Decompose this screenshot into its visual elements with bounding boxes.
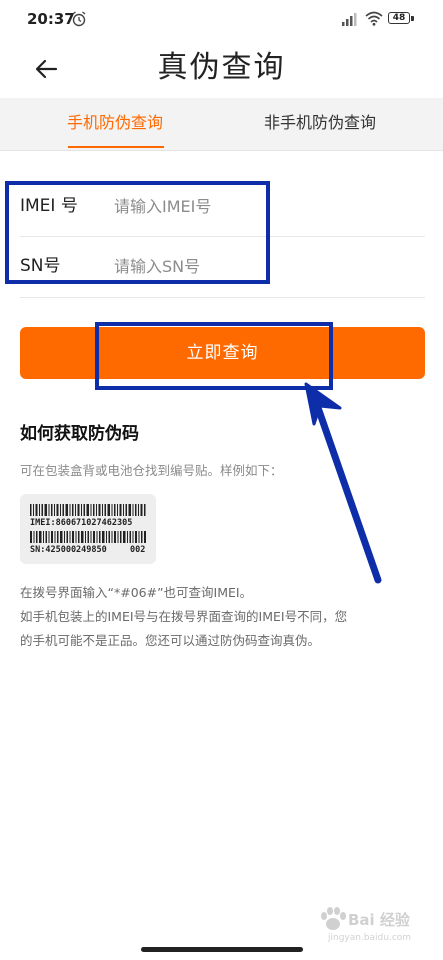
sample-imei-text: IMEI:860671027462305 [30, 518, 133, 528]
divider [20, 297, 425, 298]
tab-label: 手机防伪查询 [66, 113, 163, 132]
barcode-icon [30, 504, 146, 516]
note-line: 在拨号界面输入“*#06#”也可查询IMEI。 [20, 585, 253, 600]
annotation-arrow [304, 382, 382, 584]
barcode-icon [30, 531, 146, 543]
tab-bar: 手机防伪查询 非手机防伪查询 [0, 98, 443, 151]
wifi-icon [365, 11, 383, 26]
status-bar: 20:37 48 [0, 0, 443, 40]
tab-non-phone-verification[interactable]: 非手机防伪查询 [250, 98, 390, 150]
signal-icon [342, 13, 357, 26]
divider [20, 236, 425, 237]
active-tab-indicator [68, 146, 164, 148]
paw-icon [321, 907, 346, 930]
imei-label: IMEI 号 [20, 196, 78, 216]
watermark-text: Bai 经验 [348, 911, 410, 929]
sn-input[interactable] [114, 250, 414, 282]
sample-barcode-label: IMEI:860671027462305 SN:425000249850 002 [20, 494, 156, 564]
note-line: 如手机包装上的IMEI号与在拨号界面查询的IMEI号不同，您 [20, 609, 348, 624]
header: 真伪查询 [0, 40, 443, 98]
sample-code-text: 002 [130, 545, 146, 555]
submit-query-button[interactable]: 立即查询 [20, 327, 425, 379]
status-time: 20:37 [27, 10, 75, 28]
section-title: 如何获取防伪码 [20, 424, 139, 444]
battery-icon: 48 [388, 12, 416, 26]
alarm-icon [72, 11, 86, 27]
battery-level: 48 [392, 13, 406, 23]
sn-row: SN号 [0, 238, 443, 296]
imei-row: IMEI 号 [0, 178, 443, 236]
tab-label: 非手机防伪查询 [263, 113, 376, 132]
watermark-url: jingyan.baidu.com [328, 933, 412, 943]
sample-sn-text: SN:425000249850 [30, 545, 107, 555]
page-title: 真伪查询 [157, 50, 286, 85]
sn-label: SN号 [20, 256, 61, 276]
home-indicator[interactable] [141, 947, 303, 952]
tab-phone-verification[interactable]: 手机防伪查询 [40, 98, 190, 150]
note-line: 的手机可能不是正品。您还可以通过防伪码查询真伪。 [20, 633, 321, 648]
watermark: Bai 经验 jingyan.baidu.com [318, 905, 428, 951]
section-description: 可在包装盒背或电池仓找到编号贴。样例如下： [20, 463, 283, 478]
imei-input[interactable] [114, 190, 414, 222]
